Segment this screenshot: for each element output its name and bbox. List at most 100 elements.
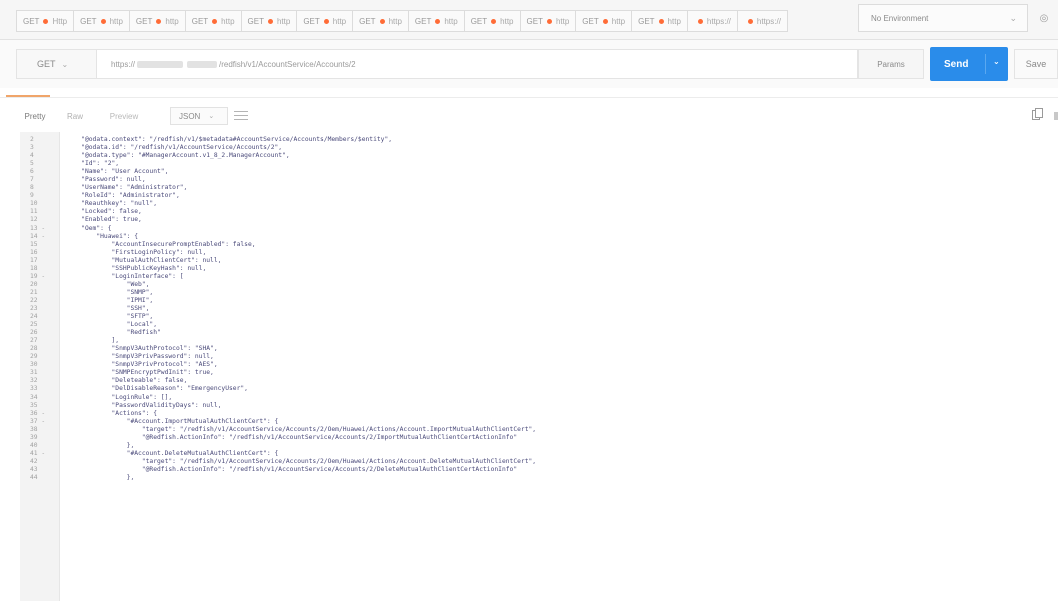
search-icon[interactable] — [1054, 112, 1058, 120]
wrap-lines-icon[interactable] — [234, 108, 248, 122]
unsaved-dot-icon — [546, 18, 552, 24]
line-number: 6 — [30, 168, 34, 176]
request-tab[interactable]: GET http — [184, 10, 241, 32]
tab-method: GET — [191, 16, 209, 26]
pretty-tab[interactable]: Pretty — [18, 107, 52, 125]
environment-label: No Environment — [871, 13, 929, 23]
tab-method: GET — [526, 16, 543, 26]
request-tab[interactable]: GET Http — [16, 10, 74, 32]
code-text: "Redfish" — [66, 329, 161, 337]
chevron-down-icon[interactable]: ⌄ — [993, 57, 1000, 66]
send-label: Send — [944, 58, 969, 70]
request-tab[interactable]: GET http — [407, 10, 464, 32]
tab-label: http — [388, 16, 402, 26]
request-tab[interactable]: GET http — [128, 10, 185, 32]
code-text: "Locked": false, — [66, 208, 142, 216]
eye-icon[interactable]: ◎ — [1032, 6, 1056, 30]
tab-method: GET — [582, 16, 599, 26]
code-line: 34 "LoginRule": [], — [20, 394, 1050, 402]
code-line: 15 "AccountInsecurePromptEnabled": false… — [20, 241, 1050, 249]
code-line: 38 "target": "/redfish/v1/AccountService… — [20, 426, 1050, 434]
line-number: 41 - — [30, 449, 46, 457]
unsaved-dot-icon — [323, 18, 329, 24]
redacted-host — [187, 60, 218, 68]
send-button[interactable]: Send ⌄ — [930, 47, 1008, 81]
response-body[interactable]: 2 "@odata.context": "/redfish/v1/$metada… — [6, 132, 1058, 601]
request-tab[interactable]: GET http — [240, 10, 297, 32]
request-tab[interactable]: GET http — [631, 10, 687, 32]
code-line: 37 - "#Account.ImportMutualAuthClientCer… — [20, 418, 1050, 426]
code-line: 12 "Enabled": true, — [20, 216, 1050, 224]
unsaved-dot-icon — [697, 18, 703, 24]
code-text: "@odata.context": "/redfish/v1/$metadata… — [66, 136, 393, 144]
line-number: 37 - — [30, 417, 46, 425]
unsaved-dot-icon — [379, 18, 385, 24]
unsaved-dot-icon — [435, 18, 441, 24]
code-lines: 2 "@odata.context": "/redfish/v1/$metada… — [20, 136, 1050, 482]
line-number: 20 — [30, 280, 38, 288]
code-text: "LoginRule": [], — [66, 393, 173, 401]
format-select[interactable]: JSON ⌄ — [170, 107, 228, 125]
method-select[interactable]: GET ⌄ — [16, 49, 96, 79]
code-text: "Reauthkey": "null", — [66, 200, 157, 208]
raw-tab[interactable]: Raw — [60, 107, 90, 125]
code-line: 3 "@odata.id": "/redfish/v1/AccountServi… — [20, 144, 1050, 152]
preview-tab[interactable]: Preview — [98, 107, 150, 125]
environment-select[interactable]: No Environment ⌄ — [858, 4, 1028, 32]
method-label: GET — [37, 59, 56, 69]
code-line: 5 "Id": "2", — [20, 160, 1050, 168]
request-tab[interactable]: https:// — [736, 10, 788, 32]
copy-icon[interactable] — [1032, 108, 1046, 122]
code-text: "FirstLoginPolicy": null, — [66, 248, 207, 256]
code-text: "@odata.type": "#ManagerAccount.v1_8_2.M… — [66, 152, 290, 160]
request-tab[interactable]: GET http — [352, 10, 408, 32]
code-line: 40 }, — [20, 442, 1050, 450]
request-tab[interactable]: GET http — [296, 10, 353, 32]
redacted-host — [137, 60, 184, 68]
request-tab[interactable]: https:// — [686, 10, 737, 32]
url-input[interactable]: https:// /redfish/v1/AccountService/Acco… — [96, 49, 858, 79]
request-tab[interactable]: GET http — [519, 10, 576, 32]
unsaved-dot-icon — [212, 18, 218, 24]
code-text: "Huawei": { — [66, 232, 139, 240]
tab-label: http — [667, 16, 681, 26]
save-button[interactable]: Save — [1014, 49, 1058, 79]
line-number: 9 — [30, 192, 34, 200]
code-line: 11 "Locked": false, — [20, 208, 1050, 216]
line-number: 24 — [30, 313, 38, 321]
line-number: 34 — [30, 393, 38, 401]
code-text: "@odata.id": "/redfish/v1/AccountService… — [66, 144, 283, 152]
request-tab[interactable]: GET http — [463, 10, 520, 32]
code-text: }, — [66, 441, 135, 449]
code-line: 6 "Name": "User Account", — [20, 168, 1050, 176]
code-text: "SSHPublicKeyHash": null, — [66, 264, 207, 272]
params-button[interactable]: Params — [858, 49, 924, 79]
tab-method: GET — [247, 16, 264, 26]
code-text: "Password": null, — [66, 176, 146, 184]
code-line: 14 - "Huawei": { — [20, 233, 1050, 241]
code-line: 30 "SnmpV3PrivProtocol": "AES", — [20, 361, 1050, 369]
code-line: 23 "SSH", — [20, 305, 1050, 313]
line-number: 10 — [30, 200, 38, 208]
tab-label: http — [332, 16, 347, 26]
tab-label: http — [555, 16, 570, 26]
response-toolbar: Pretty Raw Preview JSON ⌄ — [0, 100, 1058, 132]
code-line: 25 "Local", — [20, 321, 1050, 329]
line-number: 13 - — [30, 224, 46, 232]
line-number: 21 — [30, 288, 38, 296]
code-line: 22 "IPMI", — [20, 297, 1050, 305]
chevron-down-icon: ⌄ — [208, 113, 215, 120]
code-text: "RoleId": "Administrator", — [66, 192, 180, 200]
code-line: 18 "SSHPublicKeyHash": null, — [20, 265, 1050, 273]
line-number: 2 — [30, 136, 34, 144]
request-tab-strip: GET Http GET http GET http GET http GET http GET ht… — [0, 0, 1058, 40]
tab-list: GET Http GET http GET http GET http GET http GET ht… — [16, 10, 788, 32]
tab-method: GET — [135, 16, 153, 26]
line-number: 43 — [30, 465, 38, 473]
code-line: 9 "RoleId": "Administrator", — [20, 192, 1050, 200]
code-text: ], — [66, 337, 120, 345]
tab-label: http — [444, 16, 458, 26]
request-tab[interactable]: GET http — [575, 10, 632, 32]
request-tab[interactable]: GET http — [73, 10, 129, 32]
tab-method: GET — [359, 16, 376, 26]
